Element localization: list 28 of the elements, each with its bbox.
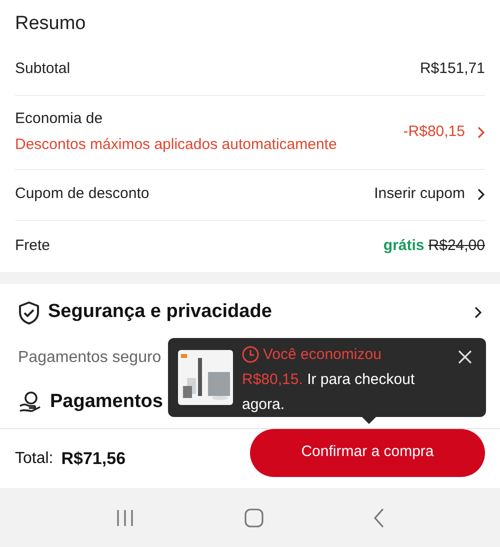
shield-check-icon <box>18 300 40 324</box>
row-label: Subtotal <box>15 59 70 80</box>
discount-note: Descontos máximos aplicados automaticamente <box>15 135 337 155</box>
hand-coin-icon <box>18 390 42 413</box>
chevron-right-icon <box>477 126 485 138</box>
section-title: Pagamentos <box>50 390 163 414</box>
confirm-purchase-button[interactable]: Confirmar a compra <box>250 428 485 476</box>
section-subtitle: Pagamentos seguro <box>18 348 162 368</box>
row-label: Economia de <box>15 108 104 128</box>
chevron-right-icon <box>477 188 485 201</box>
clock-icon <box>242 346 259 363</box>
old-price: R$24,00 <box>428 236 485 256</box>
total-value: R$71,56 <box>61 448 126 470</box>
row-label: Cupom de desconto <box>15 184 150 204</box>
free-shipping-label: grátis <box>383 236 424 256</box>
section-title: Segurança e privacidade <box>48 300 272 324</box>
chevron-right-icon <box>474 306 482 319</box>
row-value: R$151,71 <box>420 59 485 80</box>
summary-title: Resumo <box>15 12 87 36</box>
savings-message[interactable]: Você economizou R$80,15. Ir para checkout agora. <box>242 342 442 417</box>
coupon-link[interactable]: Inserir cupom <box>374 183 465 206</box>
recent-apps-icon[interactable] <box>114 508 135 526</box>
back-icon[interactable] <box>373 508 386 528</box>
total-label: Total: <box>15 448 54 468</box>
row-value: -R$80,15 <box>403 122 465 142</box>
home-icon[interactable] <box>244 508 264 528</box>
close-icon[interactable] <box>458 350 472 364</box>
row-label: Frete <box>15 236 50 256</box>
